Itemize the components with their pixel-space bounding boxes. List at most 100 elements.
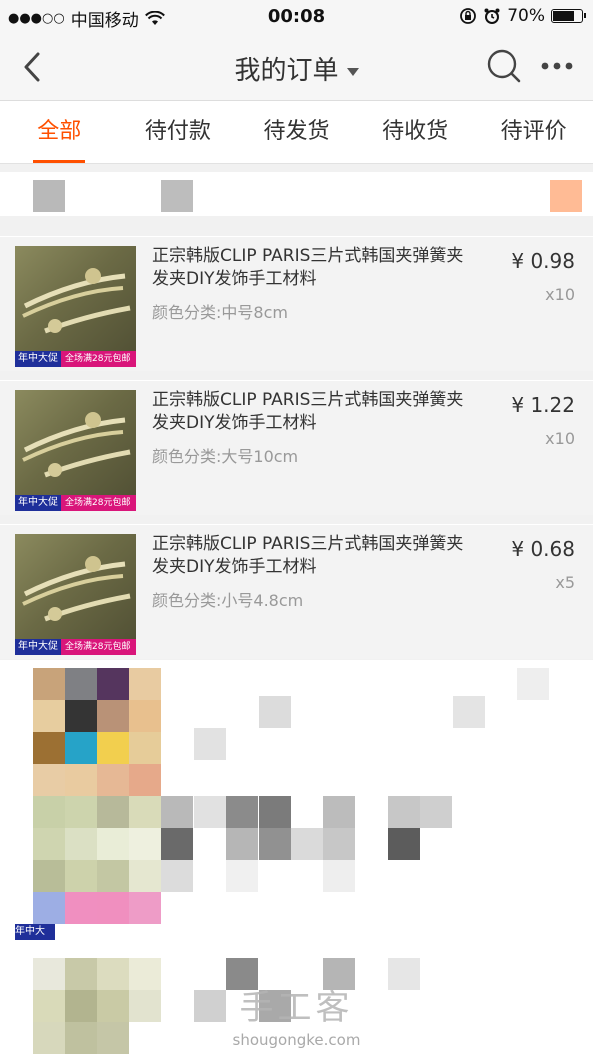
promo-tag: 年中大 bbox=[15, 924, 55, 940]
mosaic-tile bbox=[33, 732, 65, 764]
mosaic-tile bbox=[226, 828, 258, 860]
product-price: ¥ 0.68 bbox=[511, 537, 575, 561]
promo-text: 全场满28元包邮 bbox=[65, 498, 131, 508]
product-price: ¥ 0.98 bbox=[511, 249, 575, 273]
battery-percent: 70% bbox=[507, 6, 545, 26]
mosaic-tile bbox=[65, 700, 97, 732]
tab-label: 待收货 bbox=[382, 119, 449, 144]
rotation-lock-icon bbox=[460, 8, 477, 24]
mosaic-tile bbox=[129, 860, 161, 892]
promo-tag: 年中大促 bbox=[15, 351, 61, 367]
mosaic-tile bbox=[65, 892, 97, 924]
order-tabs: 全部 待付款 待发货 待收货 待评价 bbox=[0, 101, 593, 164]
mosaic-tile bbox=[129, 764, 161, 796]
mosaic-tile bbox=[161, 860, 193, 892]
mosaic-tile bbox=[323, 796, 355, 828]
mosaic-tile bbox=[33, 860, 65, 892]
store-header[interactable] bbox=[0, 172, 593, 216]
tab-label: 待评价 bbox=[500, 119, 567, 144]
mosaic-tile bbox=[97, 860, 129, 892]
mosaic-tile bbox=[33, 828, 65, 860]
watermark: 手工客 shougongke.com bbox=[0, 980, 593, 1049]
product-price: ¥ 1.22 bbox=[511, 393, 575, 417]
mosaic-tile bbox=[226, 796, 258, 828]
mosaic-tile bbox=[388, 796, 420, 828]
mosaic-tile bbox=[129, 892, 161, 924]
product-spec: 颜色分类:中号8cm bbox=[152, 303, 288, 322]
battery-icon bbox=[551, 9, 586, 23]
order-item[interactable]: 年中大促 全场满28元包邮 正宗韩版CLIP PARIS三片式韩国夹弹簧夹发夹D… bbox=[0, 380, 593, 515]
order-item[interactable]: 年中大促 全场满28元包邮 正宗韩版CLIP PARIS三片式韩国夹弹簧夹发夹D… bbox=[0, 524, 593, 659]
mosaic-tile bbox=[65, 732, 97, 764]
mosaic-tile bbox=[453, 696, 485, 728]
hair-clip-image bbox=[22, 412, 131, 478]
alarm-icon bbox=[484, 8, 500, 24]
mosaic-tile bbox=[226, 860, 258, 892]
tab-pending-shipment[interactable]: 待发货 bbox=[237, 101, 356, 163]
mosaic-tile bbox=[97, 764, 129, 796]
promo-text: 全场满28元包邮 bbox=[65, 354, 131, 364]
tab-label: 待发货 bbox=[263, 119, 330, 144]
mosaic-tile bbox=[65, 764, 97, 796]
mosaic-tile bbox=[33, 796, 65, 828]
tab-label: 待付款 bbox=[144, 119, 211, 144]
mosaic-tile bbox=[420, 796, 452, 828]
product-title: 正宗韩版CLIP PARIS三片式韩国夹弹簧夹发夹DIY发饰手工材料 bbox=[152, 390, 464, 433]
mosaic-tile bbox=[194, 796, 226, 828]
status-bar: ●●●○○ 中国移动 00:08 70% bbox=[0, 0, 593, 34]
promo-tag: 年中大促 bbox=[15, 495, 61, 511]
tab-all[interactable]: 全部 bbox=[0, 101, 119, 163]
product-quantity: x5 bbox=[555, 573, 575, 592]
mosaic-tile bbox=[259, 696, 291, 728]
order-item[interactable]: 年中大促 全场满28元包邮 正宗韩版CLIP PARIS三片式韩国夹弹簧夹发夹D… bbox=[0, 236, 593, 371]
tab-active-indicator bbox=[33, 160, 86, 163]
mosaic-tile bbox=[97, 828, 129, 860]
promo-tag-text: 年中大 bbox=[15, 926, 45, 937]
mosaic-tile bbox=[33, 764, 65, 796]
more-icon[interactable] bbox=[540, 58, 574, 74]
mosaic-tile bbox=[129, 668, 161, 700]
promo-tag: 年中大促 bbox=[15, 639, 61, 655]
hair-clip-image bbox=[22, 556, 131, 622]
mosaic-tile bbox=[129, 796, 161, 828]
mosaic-tile bbox=[65, 860, 97, 892]
mosaic-tile bbox=[388, 828, 420, 860]
product-title: 正宗韩版CLIP PARIS三片式韩国夹弹簧夹发夹DIY发饰手工材料 bbox=[152, 246, 464, 289]
watermark-url: shougongke.com bbox=[232, 1031, 361, 1049]
mosaic-tile bbox=[97, 700, 129, 732]
product-spec: 颜色分类:大号10cm bbox=[152, 447, 299, 466]
status-right: 70% bbox=[459, 6, 586, 26]
mosaic-tile bbox=[33, 892, 65, 924]
promo-banner: 年中大促 全场满28元包邮 bbox=[15, 495, 136, 511]
mosaic-tile bbox=[65, 796, 97, 828]
watermark-logo: 手工客 bbox=[239, 988, 354, 1028]
mosaic-tile bbox=[517, 668, 549, 700]
search-icon[interactable] bbox=[486, 48, 522, 84]
mosaic-tile bbox=[259, 796, 291, 828]
mosaic-tile bbox=[323, 860, 355, 892]
mosaic-tile bbox=[33, 668, 65, 700]
mosaic-tile bbox=[97, 668, 129, 700]
mosaic-tile bbox=[129, 732, 161, 764]
mosaic-tile bbox=[33, 700, 65, 732]
product-spec: 颜色分类:小号4.8cm bbox=[152, 591, 304, 610]
mosaic-tile bbox=[291, 828, 323, 860]
tab-pending-receipt[interactable]: 待收货 bbox=[356, 101, 475, 163]
page-title-text: 我的订单 bbox=[234, 56, 339, 86]
product-thumbnail: 年中大促 全场满28元包邮 bbox=[15, 246, 136, 367]
nav-bar: 我的订单 bbox=[0, 34, 593, 101]
hair-clip-image bbox=[22, 268, 131, 334]
order-status-blurred bbox=[550, 180, 582, 212]
mosaic-tile bbox=[97, 796, 129, 828]
mosaic-tile bbox=[65, 668, 97, 700]
mosaic-tile bbox=[129, 828, 161, 860]
tab-pending-review[interactable]: 待评价 bbox=[474, 101, 593, 163]
mosaic-tile bbox=[323, 828, 355, 860]
promo-banner: 年中大促 全场满28元包邮 bbox=[15, 351, 136, 367]
mosaic-tile bbox=[97, 892, 129, 924]
tab-pending-payment[interactable]: 待付款 bbox=[119, 101, 238, 163]
store-name-blurred bbox=[161, 180, 193, 212]
mosaic-tile bbox=[161, 796, 193, 828]
store-checkbox-blurred bbox=[33, 180, 65, 212]
promo-text: 全场满28元包邮 bbox=[65, 642, 131, 652]
